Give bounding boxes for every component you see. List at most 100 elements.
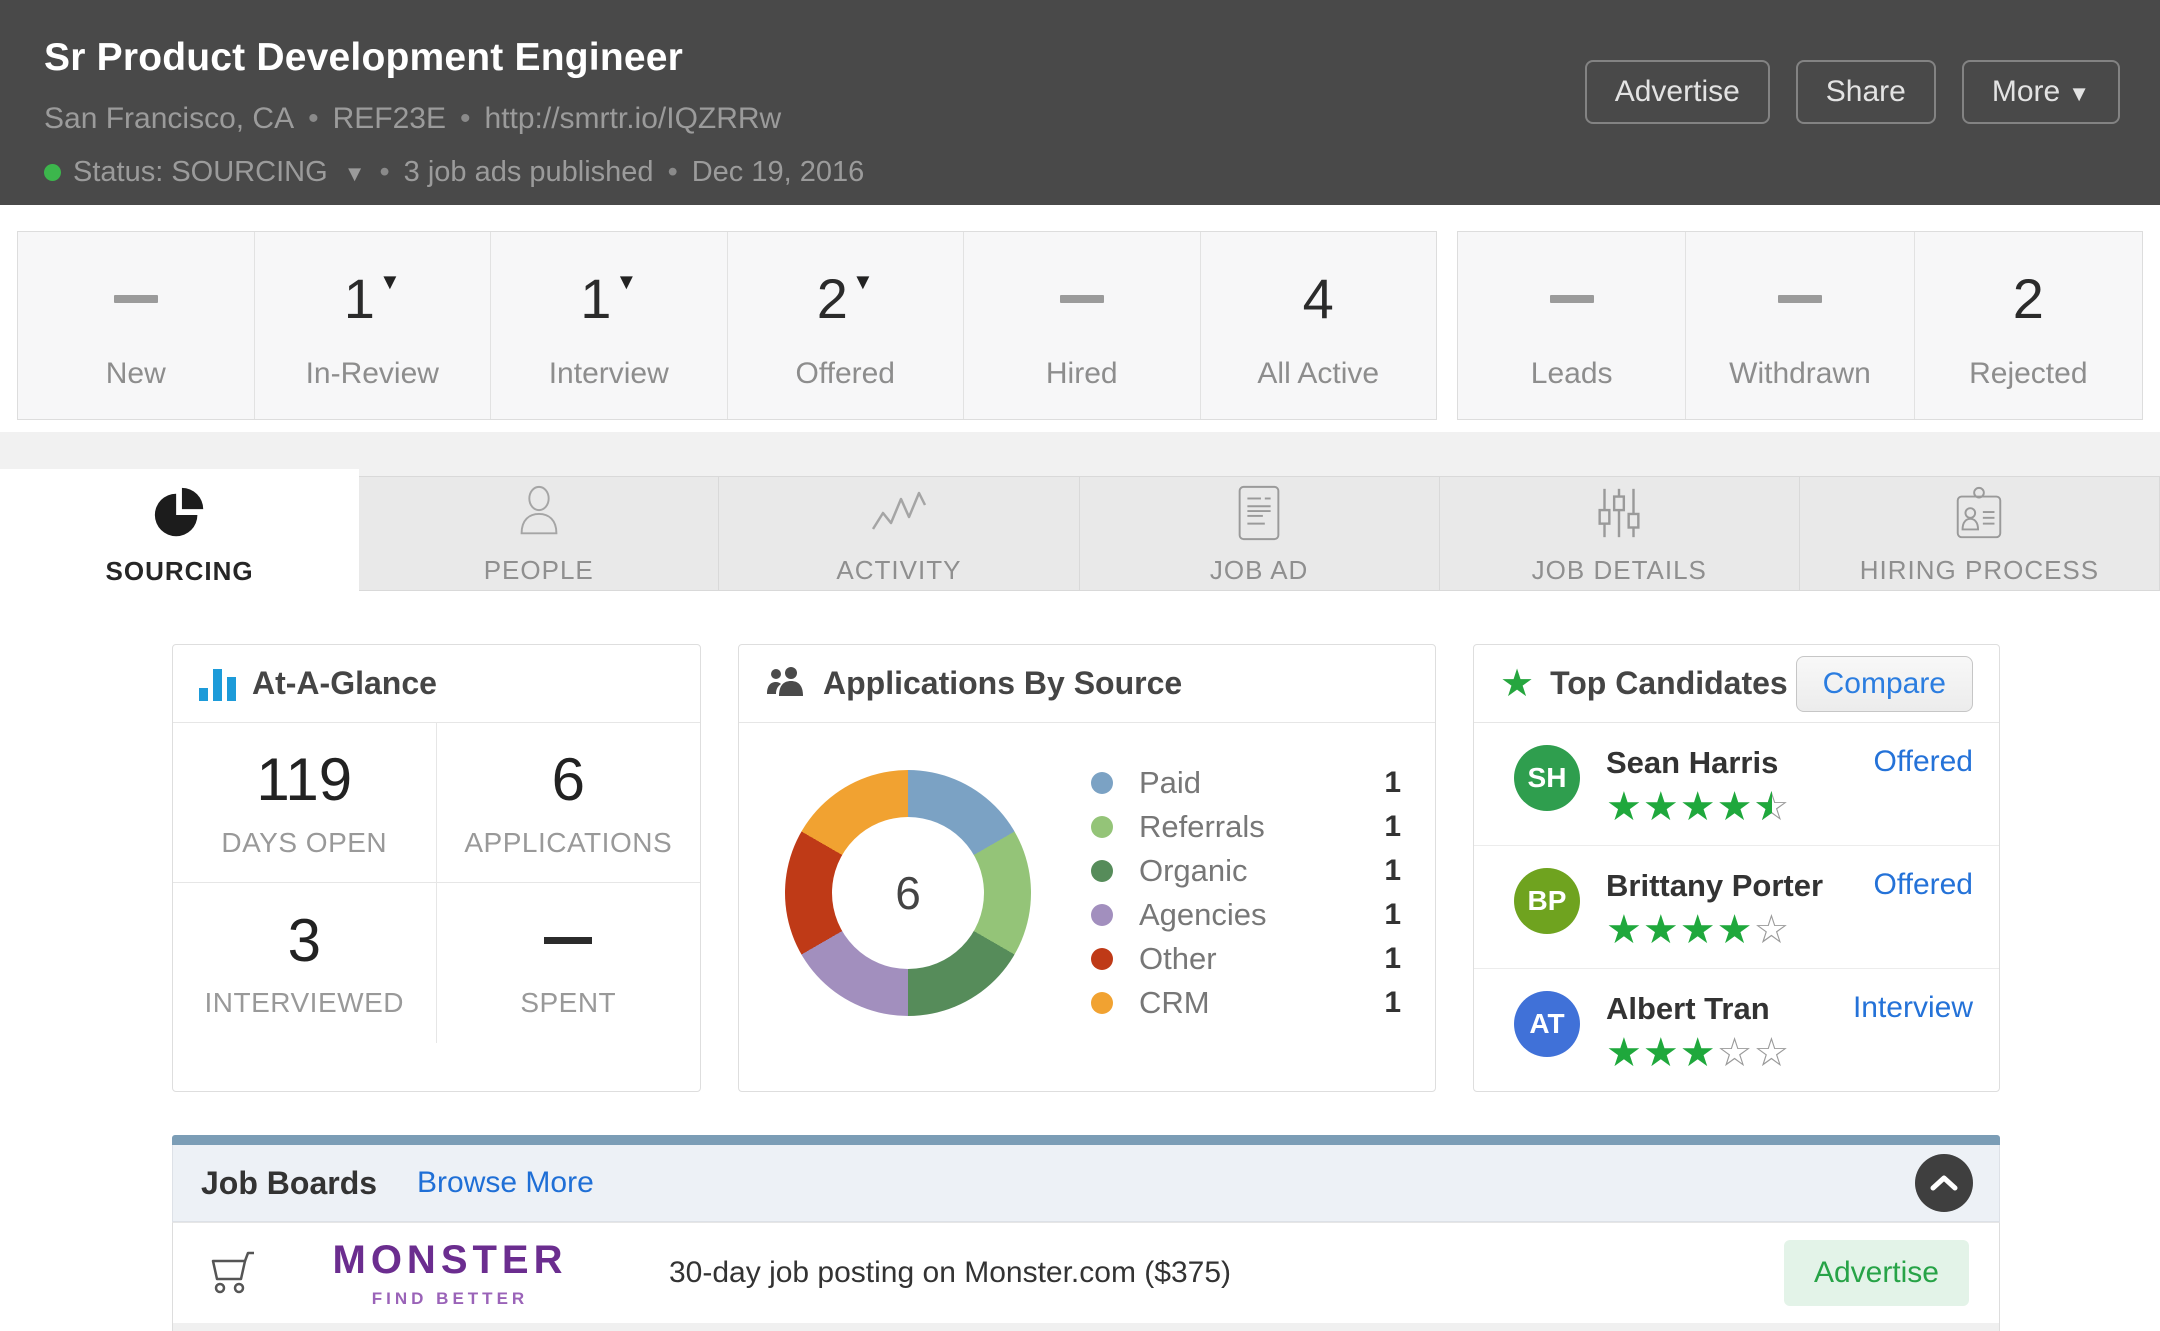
- pipeline-stage-rejected[interactable]: 2▼ Rejected: [1915, 232, 2142, 419]
- activity-wave-icon: [867, 481, 931, 543]
- candidate-list: SH Sean Harris ★★★★☆★ Offered BP Brittan…: [1474, 723, 1999, 1091]
- legend-dot: [1091, 992, 1113, 1014]
- pipeline-stage-new[interactable]: ▼ New: [18, 232, 255, 419]
- job-boards-section: Job Boards Browse More MONSTER FIND BETT…: [172, 1135, 2000, 1331]
- avatar: AT: [1514, 991, 1580, 1057]
- chevron-up-icon: [1929, 1174, 1959, 1192]
- top-candidates-card: ★ Top Candidates Compare SH Sean Harris …: [1473, 644, 2000, 1092]
- chevron-down-icon: ▼: [852, 269, 874, 295]
- pie-chart-icon: [151, 482, 209, 544]
- candidate-row-albert-tran[interactable]: AT Albert Tran ★★★☆☆ Interview: [1474, 969, 1999, 1091]
- empty-dash: [114, 295, 158, 303]
- candidate-stage-link[interactable]: Offered: [1873, 868, 1973, 950]
- monster-logo: MONSTER FIND BETTER: [295, 1238, 605, 1309]
- empty-dash: [1778, 295, 1822, 303]
- legend-dot: [1091, 904, 1113, 926]
- card-title: Top Candidates: [1550, 665, 1788, 702]
- candidate-stage-link[interactable]: Interview: [1853, 991, 1973, 1073]
- job-date: Dec 19, 2016: [692, 156, 865, 189]
- id-badge-icon: [1950, 481, 2008, 543]
- glance-interviewed: 3 INTERVIEWED: [173, 883, 437, 1043]
- candidate-stage-link[interactable]: Offered: [1873, 745, 1973, 827]
- glance-days-open: 119 DAYS OPEN: [173, 723, 437, 883]
- accent-strip: [172, 1135, 2000, 1145]
- legend-dot: [1091, 948, 1113, 970]
- job-location: San Francisco, CA: [44, 102, 294, 135]
- tab-sourcing[interactable]: SOURCING: [0, 469, 359, 600]
- person-icon: [510, 481, 568, 543]
- separator-dot: •: [668, 156, 678, 189]
- job-ref: REF23E: [333, 102, 446, 135]
- star-rating: ★★★★☆: [1606, 910, 1823, 950]
- legend-item-organic: Organic 1: [1091, 849, 1401, 893]
- advertise-monster-button[interactable]: Advertise: [1784, 1240, 1969, 1306]
- job-boards-list: MONSTER FIND BETTER 30-day job posting o…: [172, 1222, 2000, 1331]
- star-rating: ★★★☆☆: [1606, 1033, 1790, 1073]
- tab-people[interactable]: PEOPLE: [359, 476, 719, 591]
- legend-dot: [1091, 860, 1113, 882]
- status-dot-icon: [44, 164, 61, 181]
- document-icon: [1234, 481, 1284, 543]
- header-actions: Advertise Share More▼: [1585, 60, 2120, 205]
- pipeline-stage-leads[interactable]: ▼ Leads: [1458, 232, 1686, 419]
- job-board-row-monster: MONSTER FIND BETTER 30-day job posting o…: [173, 1223, 1999, 1323]
- pipeline-stage-hired[interactable]: ▼ Hired: [964, 232, 1201, 419]
- compare-button[interactable]: Compare: [1796, 656, 1973, 712]
- pipeline-stage-in-review[interactable]: 1▼ In-Review: [255, 232, 492, 419]
- advertise-button[interactable]: Advertise: [1585, 60, 1770, 124]
- source-donut: 6: [785, 770, 1031, 1016]
- glance-spent: SPENT: [437, 883, 701, 1043]
- pipeline-stage-interview[interactable]: 1▼ Interview: [491, 232, 728, 419]
- empty-dash: [1550, 295, 1594, 303]
- glance-grid: 119 DAYS OPEN 6 APPLICATIONS 3 INTERVIEW…: [173, 723, 700, 1043]
- bar-chart-icon: [199, 667, 236, 701]
- tab-job-details[interactable]: JOB DETAILS: [1440, 476, 1800, 591]
- separator-dot: •: [379, 156, 389, 189]
- tab-activity[interactable]: ACTIVITY: [719, 476, 1079, 591]
- job-status-line: Status: SOURCING ▼ • 3 job ads published…: [44, 156, 864, 189]
- browse-more-link[interactable]: Browse More: [417, 1166, 594, 1200]
- job-short-url[interactable]: http://smrtr.io/IQZRRw: [485, 102, 782, 135]
- card-title: At-A-Glance: [252, 665, 437, 702]
- job-ads-published: 3 job ads published: [404, 156, 654, 189]
- legend-dot: [1091, 772, 1113, 794]
- job-header-info: Sr Product Development Engineer San Fran…: [44, 36, 864, 205]
- applications-by-source-card: Applications By Source 6 Paid 1 Referral…: [738, 644, 1436, 1092]
- star-icon: ★: [1500, 661, 1534, 706]
- job-board-description: 30-day job posting on Monster.com ($375): [669, 1256, 1231, 1290]
- legend-item-referrals: Referrals 1: [1091, 805, 1401, 849]
- chevron-down-icon: ▼: [379, 269, 401, 295]
- legend-item-agencies: Agencies 1: [1091, 893, 1401, 937]
- chevron-down-icon: ▼: [344, 161, 366, 186]
- status-dropdown[interactable]: Status: SOURCING ▼: [73, 156, 365, 189]
- job-boards-header: Job Boards Browse More: [172, 1145, 2000, 1222]
- main-tab-bar: SOURCING PEOPLE ACTIVITY JOB AD JOB DETA…: [0, 432, 2160, 591]
- pipeline-stage-all-active[interactable]: 4▼ All Active: [1201, 232, 1437, 419]
- sliders-icon: [1590, 481, 1648, 543]
- at-a-glance-card: At-A-Glance 119 DAYS OPEN 6 APPLICATIONS…: [172, 644, 701, 1092]
- legend-item-crm: CRM 1: [1091, 981, 1401, 1025]
- collapse-button[interactable]: [1915, 1154, 1973, 1212]
- share-button[interactable]: Share: [1796, 60, 1936, 124]
- cart-icon[interactable]: [203, 1243, 275, 1304]
- candidate-row-brittany-porter[interactable]: BP Brittany Porter ★★★★☆ Offered: [1474, 846, 1999, 969]
- pipeline-stage-withdrawn[interactable]: ▼ Withdrawn: [1686, 232, 1914, 419]
- separator-dot: •: [308, 102, 319, 135]
- tab-hiring-process[interactable]: HIRING PROCESS: [1800, 476, 2160, 591]
- donut-total: 6: [895, 866, 921, 920]
- legend-item-paid: Paid 1: [1091, 761, 1401, 805]
- job-meta: San Francisco, CA•REF23E•http://smrtr.io…: [44, 102, 864, 136]
- pipeline-active-group: ▼ New 1▼ In-Review 1▼ Interview 2▼ Offer…: [17, 231, 1437, 420]
- sourcing-widgets: At-A-Glance 119 DAYS OPEN 6 APPLICATIONS…: [172, 644, 2000, 1092]
- people-icon: [765, 665, 807, 702]
- more-button[interactable]: More▼: [1962, 60, 2120, 124]
- legend-item-other: Other 1: [1091, 937, 1401, 981]
- candidate-row-sean-harris[interactable]: SH Sean Harris ★★★★☆★ Offered: [1474, 723, 1999, 846]
- card-title: Applications By Source: [823, 665, 1182, 702]
- star-rating: ★★★★☆★: [1606, 787, 1790, 827]
- tab-job-ad[interactable]: JOB AD: [1080, 476, 1440, 591]
- avatar: SH: [1514, 745, 1580, 811]
- donut-center: 6: [832, 817, 984, 969]
- pipeline-stage-offered[interactable]: 2▼ Offered: [728, 232, 965, 419]
- pipeline-inactive-group: ▼ Leads ▼ Withdrawn 2▼ Rejected: [1457, 231, 2143, 420]
